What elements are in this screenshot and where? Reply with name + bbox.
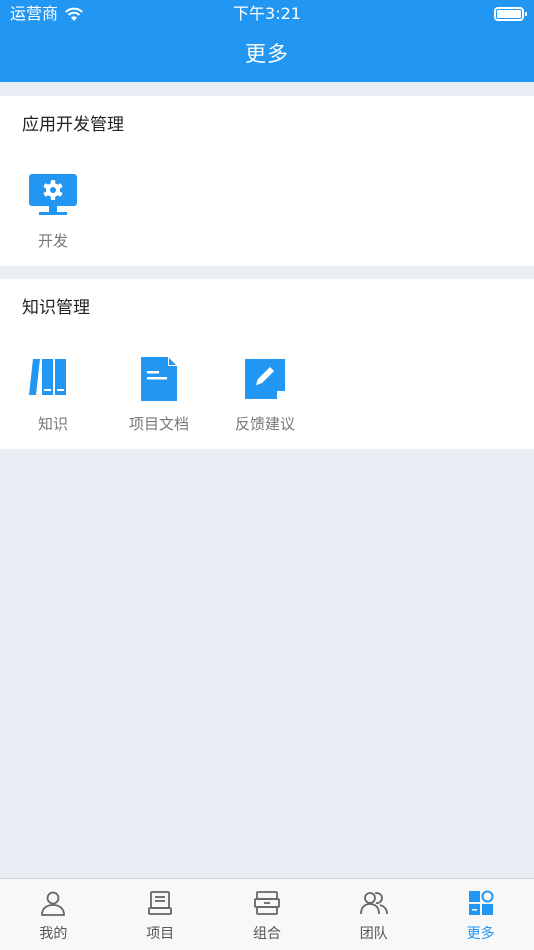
books-icon — [27, 355, 79, 403]
document-icon — [133, 355, 185, 403]
tab-label: 更多 — [466, 926, 495, 942]
project-icon — [144, 887, 176, 919]
status-bar: 运营商 下午3:21 — [0, 0, 534, 28]
team-icon — [358, 887, 390, 919]
section-knowledge: 知识管理 知识 项目文档 反馈建议 — [0, 279, 534, 449]
battery-icon — [494, 7, 527, 21]
page-title: 更多 — [245, 42, 289, 66]
tab-bar: 我的 项目 组合 团队 更多 — [0, 878, 534, 950]
tab-project[interactable]: 项目 — [107, 879, 214, 950]
tab-combination[interactable]: 组合 — [214, 879, 321, 950]
section-title: 应用开发管理 — [22, 115, 124, 135]
status-time: 下午3:21 — [233, 4, 301, 23]
stack-icon — [251, 887, 283, 919]
tile-label: 开发 — [37, 232, 68, 250]
tab-label: 我的 — [39, 926, 68, 942]
monitor-gear-icon — [27, 172, 79, 220]
tab-mine[interactable]: 我的 — [0, 879, 107, 950]
tab-label: 团队 — [359, 926, 388, 942]
tile-label: 项目文档 — [128, 415, 189, 433]
edit-note-icon — [239, 355, 291, 403]
person-icon — [37, 887, 69, 919]
more-grid-icon — [465, 887, 497, 919]
tab-team[interactable]: 团队 — [320, 879, 427, 950]
section-title: 知识管理 — [22, 298, 90, 318]
tab-label: 项目 — [146, 926, 175, 942]
tab-more[interactable]: 更多 — [427, 879, 534, 950]
tab-label: 组合 — [252, 926, 281, 942]
tile-label: 知识 — [37, 415, 68, 433]
section-app-dev: 应用开发管理 开发 — [0, 96, 534, 266]
tile-label: 反馈建议 — [234, 415, 295, 433]
tile-develop[interactable]: 开发 — [0, 172, 106, 252]
tile-knowledge[interactable]: 知识 — [0, 355, 106, 435]
app-header: 运营商 下午3:21 更多 — [0, 0, 534, 82]
tile-feedback[interactable]: 反馈建议 — [212, 355, 318, 435]
tile-project-docs[interactable]: 项目文档 — [106, 355, 212, 435]
